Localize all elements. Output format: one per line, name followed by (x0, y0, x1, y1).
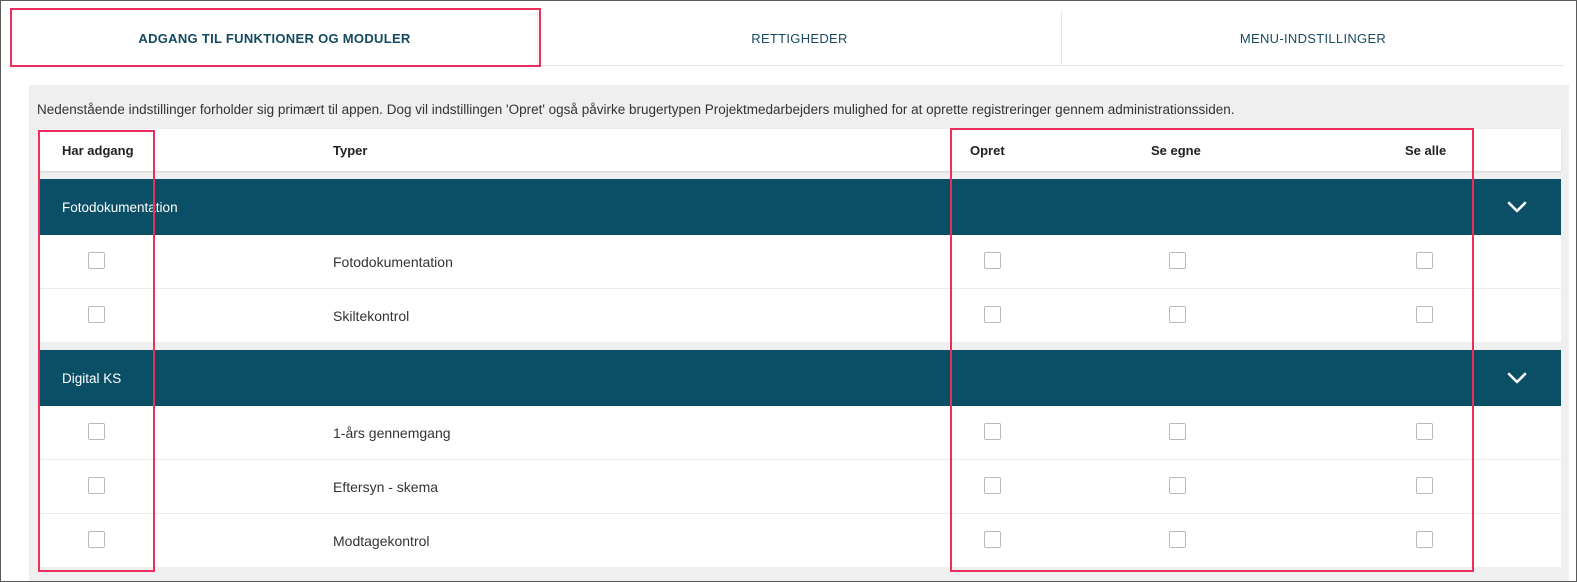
group-header-fotodokumentation[interactable]: Fotodokumentation (40, 179, 1561, 235)
permissions-table: Har adgang Typer Opret Se egne Se alle F… (40, 129, 1561, 567)
see-all-checkbox[interactable] (1416, 306, 1433, 323)
type-label: Fotodokumentation (333, 253, 453, 270)
group-header-digital-ks[interactable]: Digital KS (40, 350, 1561, 406)
see-all-checkbox[interactable] (1416, 252, 1433, 269)
col-header-access: Har adgang (62, 142, 134, 158)
chevron-down-icon[interactable] (1506, 367, 1528, 389)
see-own-checkbox[interactable] (1169, 306, 1186, 323)
col-header-types: Typer (333, 142, 368, 158)
col-header-see-all: Se alle (1405, 142, 1447, 158)
tab-menu-settings[interactable]: MENU-INDSTILLINGER (1062, 11, 1564, 65)
see-all-checkbox[interactable] (1416, 423, 1433, 440)
table-row: Eftersyn - skema (40, 459, 1561, 513)
type-label: Eftersyn - skema (333, 478, 439, 495)
tab-permissions[interactable]: RETTIGHEDER (538, 11, 1061, 65)
tab-bar: ADGANG TIL FUNKTIONER OG MODULER RETTIGH… (12, 11, 1564, 66)
see-own-checkbox[interactable] (1169, 252, 1186, 269)
chevron-down-icon[interactable] (1506, 196, 1528, 218)
group-label: Digital KS (62, 370, 122, 386)
type-label: 1-års gennemgang (333, 424, 451, 441)
group-label: Fotodokumentation (62, 199, 178, 215)
access-checkbox[interactable] (88, 252, 105, 269)
access-checkbox[interactable] (88, 531, 105, 548)
col-header-see-own: Se egne (1151, 142, 1201, 158)
tab-access-functions-modules[interactable]: ADGANG TIL FUNKTIONER OG MODULER (12, 11, 537, 65)
see-own-checkbox[interactable] (1169, 477, 1186, 494)
table-row: Skiltekontrol (40, 288, 1561, 342)
access-checkbox[interactable] (88, 423, 105, 440)
type-label: Skiltekontrol (333, 307, 410, 324)
type-label: Modtagekontrol (333, 532, 430, 549)
see-own-checkbox[interactable] (1169, 423, 1186, 440)
table-header: Har adgang Typer Opret Se egne Se alle (40, 129, 1561, 171)
see-all-checkbox[interactable] (1416, 477, 1433, 494)
spacer (40, 342, 1561, 350)
create-checkbox[interactable] (984, 531, 1001, 548)
table-row: Modtagekontrol (40, 513, 1561, 567)
table-row: 1-års gennemgang (40, 406, 1561, 459)
access-checkbox[interactable] (88, 477, 105, 494)
app-frame: ADGANG TIL FUNKTIONER OG MODULER RETTIGH… (0, 0, 1577, 582)
create-checkbox[interactable] (984, 252, 1001, 269)
see-own-checkbox[interactable] (1169, 531, 1186, 548)
create-checkbox[interactable] (984, 306, 1001, 323)
spacer (40, 171, 1561, 179)
see-all-checkbox[interactable] (1416, 531, 1433, 548)
access-checkbox[interactable] (88, 306, 105, 323)
intro-text: Nedenstående indstillinger forholder sig… (37, 102, 1235, 117)
create-checkbox[interactable] (984, 477, 1001, 494)
create-checkbox[interactable] (984, 423, 1001, 440)
col-header-create: Opret (970, 142, 1005, 158)
table-row: Fotodokumentation (40, 235, 1561, 288)
